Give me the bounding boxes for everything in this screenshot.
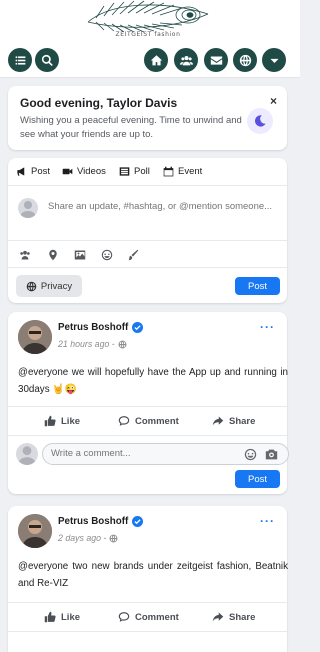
composer-tabs: Post Videos Poll Event: [8, 158, 287, 186]
home-icon: [150, 54, 162, 65]
comment-emoji-button[interactable]: [244, 448, 257, 461]
avatar-photo: [18, 514, 52, 548]
messages-button[interactable]: [204, 48, 228, 72]
greeting-title: Good evening, Taylor Davis: [20, 96, 178, 110]
camera-icon: [265, 449, 278, 460]
thumbs-up-icon: [44, 415, 56, 427]
author-avatar[interactable]: [18, 320, 52, 354]
megaphone-icon: [17, 167, 25, 176]
share-button[interactable]: Share: [212, 415, 255, 427]
speech-bubble-icon: [118, 612, 130, 622]
poll-icon: [119, 167, 130, 176]
speech-bubble-icon: [118, 416, 130, 426]
comment-post-button[interactable]: Post: [235, 470, 280, 488]
top-navbar: [0, 44, 300, 78]
privacy-button[interactable]: Privacy: [16, 275, 82, 297]
globe-icon: [109, 534, 118, 542]
author-name[interactable]: Petrus Boshoff: [58, 516, 144, 527]
globe-icon: [239, 54, 251, 66]
tab-post[interactable]: Post: [16, 166, 50, 177]
greeting-close-button[interactable]: ×: [270, 94, 277, 108]
comment-box: [42, 443, 289, 465]
post-text: @everyone we will hopefully have the App…: [18, 367, 288, 395]
brush-icon: [128, 249, 139, 261]
like-button[interactable]: Like: [44, 611, 80, 623]
tab-event[interactable]: Event: [163, 166, 202, 177]
greeting-message: Wishing you a peaceful evening. Time to …: [20, 115, 242, 140]
author-name[interactable]: Petrus Boshoff: [58, 322, 144, 333]
home-button[interactable]: [144, 48, 168, 72]
tag-friends-button[interactable]: [16, 246, 34, 264]
post-timestamp[interactable]: 21 hours ago -: [58, 339, 127, 349]
post-card: Petrus Boshoff 21 hours ago - ··· @every…: [8, 312, 289, 494]
explore-button[interactable]: [233, 48, 257, 72]
post-options-icon[interactable]: ···: [260, 320, 275, 334]
user-placeholder-icon: [20, 201, 36, 218]
avatar-photo: [18, 320, 52, 354]
dropdown-button[interactable]: [262, 48, 286, 72]
share-arrow-icon: [212, 416, 224, 426]
composer-tools: [8, 240, 287, 268]
photo-button[interactable]: [71, 246, 89, 264]
location-button[interactable]: [44, 246, 62, 264]
search-icon: [41, 54, 53, 66]
comment-button[interactable]: Comment: [118, 611, 179, 623]
commenter-avatar: [16, 443, 38, 465]
emoji-button[interactable]: [98, 246, 116, 264]
post-actions: Like Comment Share: [8, 406, 287, 436]
moon-icon: [255, 115, 266, 127]
globe-icon: [26, 281, 37, 291]
image-icon: [74, 250, 86, 260]
composer-card: Post Videos Poll Event Share an update, …: [8, 158, 288, 303]
search-button[interactable]: [35, 48, 59, 72]
post-options-icon[interactable]: ···: [260, 514, 275, 528]
verified-badge-icon: [132, 322, 144, 333]
envelope-icon: [210, 55, 222, 65]
smiley-icon: [244, 448, 257, 461]
composer-avatar: [18, 198, 38, 218]
list-icon: [15, 55, 25, 65]
logo-area: ZEITGEIST fashion: [0, 0, 300, 44]
logo-text: ZEITGEIST fashion: [115, 31, 181, 38]
video-icon: [62, 168, 73, 175]
status-input[interactable]: [48, 201, 288, 212]
friends-button[interactable]: [174, 48, 198, 72]
caret-down-icon: [269, 58, 279, 63]
smiley-icon: [101, 249, 113, 261]
globe-icon: [118, 340, 127, 348]
greeting-card: Good evening, Taylor Davis Wishing you a…: [8, 86, 287, 150]
post-actions: Like Comment Share: [8, 602, 287, 632]
comment-button[interactable]: Comment: [118, 415, 179, 427]
share-arrow-icon: [212, 612, 224, 622]
post-text: @everyone two new brands under zeitgeist…: [18, 561, 288, 589]
share-button[interactable]: Share: [212, 611, 255, 623]
tab-videos[interactable]: Videos: [62, 166, 106, 177]
thumbs-up-icon: [44, 611, 56, 623]
moon-badge: [247, 108, 273, 134]
post-button[interactable]: Post: [235, 277, 280, 295]
verified-badge-icon: [132, 516, 144, 527]
brush-button[interactable]: [124, 246, 142, 264]
comment-photo-button[interactable]: [265, 448, 278, 461]
menu-button[interactable]: [8, 48, 32, 72]
post-timestamp[interactable]: 2 days ago -: [58, 533, 118, 543]
calendar-icon: [163, 166, 174, 177]
location-pin-icon: [49, 249, 57, 261]
comment-input[interactable]: [51, 448, 231, 459]
user-placeholder-icon: [18, 446, 36, 465]
like-button[interactable]: Like: [44, 415, 80, 427]
post-card: Petrus Boshoff 2 days ago - ··· @everyon…: [8, 506, 288, 652]
users-icon: [20, 250, 30, 260]
users-icon: [179, 55, 193, 65]
tab-poll[interactable]: Poll: [119, 166, 150, 177]
author-avatar[interactable]: [18, 514, 52, 548]
